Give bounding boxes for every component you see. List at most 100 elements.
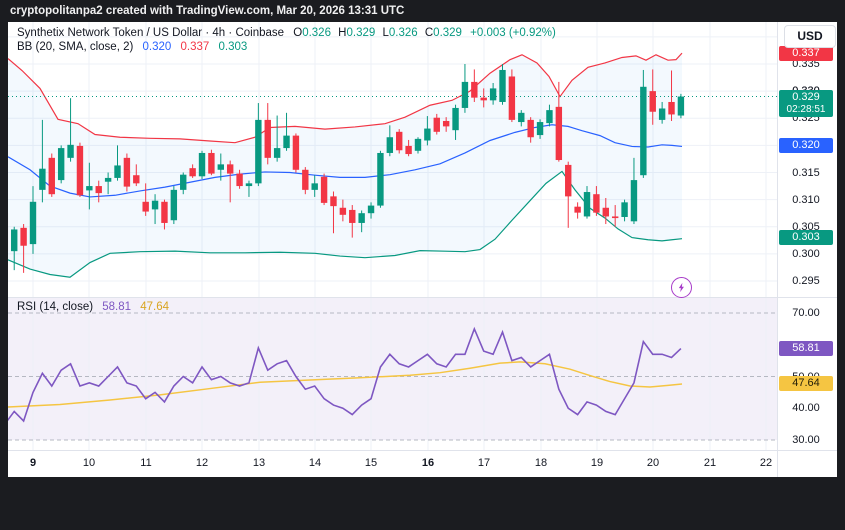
candle-body — [20, 227, 27, 246]
lightning-icon — [678, 282, 684, 293]
price-axis-label: 0.300 — [792, 247, 820, 260]
time-axis-label: 17 — [477, 457, 491, 469]
price-axis-separator — [777, 22, 778, 477]
candle-body — [29, 201, 37, 245]
bb-header[interactable]: BB (20, SMA, close, 2) 0.320 0.337 0.303 — [17, 41, 247, 53]
time-axis-label: 22 — [759, 457, 773, 469]
time-axis-label: 12 — [195, 457, 209, 469]
rsi-label[interactable]: RSI (14, close) — [17, 301, 93, 313]
candle-body — [377, 152, 384, 206]
ohlc-close: C0.329 — [424, 27, 462, 39]
candle-body — [76, 145, 84, 196]
rsi-axis-badge: 47.64 — [779, 376, 833, 392]
candle-body — [658, 108, 666, 120]
bb-label[interactable]: BB (20, SMA, close, 2) — [17, 41, 133, 53]
candle-body — [668, 101, 675, 115]
price-axis-badge: 0.320 — [779, 137, 833, 153]
candle-body — [95, 186, 102, 194]
candle-body — [104, 177, 112, 182]
time-axis-label: 16 — [421, 457, 435, 469]
candle-body — [433, 117, 440, 132]
bollinger-fill — [8, 53, 682, 278]
rsi-axis-label: 30.00 — [792, 434, 820, 446]
header-separator: · — [228, 27, 233, 39]
candle-body — [245, 183, 253, 187]
candle-body — [255, 119, 262, 184]
candle-body — [536, 122, 544, 136]
candle-body — [508, 76, 516, 120]
time-axis-label: 20 — [646, 457, 660, 469]
bb-basis-value: 0.320 — [142, 41, 172, 53]
price-axis-label: 0.310 — [792, 193, 820, 206]
candle-body — [330, 196, 337, 207]
candle-body — [640, 86, 647, 176]
candle-body — [151, 200, 159, 210]
rsi-value: 58.81 — [102, 301, 132, 313]
candle-body — [471, 81, 478, 98]
candle-body — [621, 202, 628, 217]
candle-body — [649, 91, 656, 112]
price-pane[interactable] — [8, 22, 777, 297]
candle-body — [565, 164, 572, 197]
rsi-header[interactable]: RSI (14, close) 58.81 47.64 — [17, 301, 169, 313]
candle-body — [57, 148, 65, 181]
candle-body — [114, 165, 121, 178]
ohlc-high: H0.329 — [338, 27, 376, 39]
candle-body — [283, 135, 290, 149]
candle-body — [39, 168, 46, 190]
time-axis-label: 10 — [82, 457, 96, 469]
candle-body — [461, 81, 469, 108]
rsi-ma-value: 47.64 — [140, 301, 170, 313]
candle-body — [424, 128, 431, 141]
usd-button[interactable]: USD — [784, 25, 836, 48]
candle-body — [198, 152, 206, 177]
candle-body — [574, 206, 581, 213]
candle-body — [593, 194, 600, 213]
time-axis-label: 18 — [534, 457, 548, 469]
candle-body — [339, 207, 347, 215]
time-axis-separator — [8, 450, 837, 451]
candle-body — [170, 189, 178, 221]
price-axis-label: 0.315 — [792, 166, 820, 179]
candle-body — [452, 107, 459, 131]
time-axis-label: 11 — [140, 457, 152, 469]
candle-body — [189, 168, 196, 177]
rsi-band-fill — [8, 298, 777, 440]
price-axis-label: 0.295 — [792, 275, 820, 287]
candle-body — [527, 119, 534, 138]
candle-body — [602, 207, 609, 217]
rsi-pane[interactable] — [8, 297, 777, 450]
candle-body — [133, 175, 140, 184]
candle-body — [367, 205, 375, 214]
rsi-axis-badge: 58.81 — [779, 341, 833, 357]
rsi-axis-label: 70.00 — [792, 307, 820, 319]
symbol-header[interactable]: Synthetix Network Token / US Dollar · 4h… — [17, 27, 556, 39]
pane-separator[interactable] — [8, 297, 837, 298]
candle-body — [677, 96, 685, 116]
candle-body — [611, 216, 619, 219]
candle-body — [546, 110, 553, 124]
candle-body — [86, 186, 93, 191]
candle-body — [273, 148, 281, 158]
flash-button[interactable] — [671, 277, 692, 298]
watermark-text: cryptopolitanpa2 created with TradingVie… — [10, 5, 405, 17]
bb-upper-value: 0.337 — [180, 41, 210, 53]
symbol-title[interactable]: Synthetix Network Token / US Dollar — [17, 27, 202, 39]
time-axis-label: 13 — [252, 457, 266, 469]
candle-body — [583, 192, 591, 217]
candle-body — [208, 152, 215, 174]
candle-body — [555, 106, 563, 161]
candle-body — [414, 138, 422, 151]
candle-body — [264, 119, 271, 158]
exchange-label[interactable]: Coinbase — [235, 27, 284, 39]
interval-label[interactable]: 4h — [212, 27, 225, 39]
candle-body — [499, 69, 506, 102]
candle-body — [396, 131, 403, 151]
footer: TradingView — [0, 477, 845, 530]
rsi-axis-label: 40.00 — [792, 402, 820, 415]
candle-body — [405, 145, 412, 155]
candle-body — [67, 144, 74, 158]
candle-body — [180, 174, 187, 190]
price-axis-badge: 0.329 02:28:51 — [779, 89, 833, 117]
candle-body — [311, 183, 318, 190]
